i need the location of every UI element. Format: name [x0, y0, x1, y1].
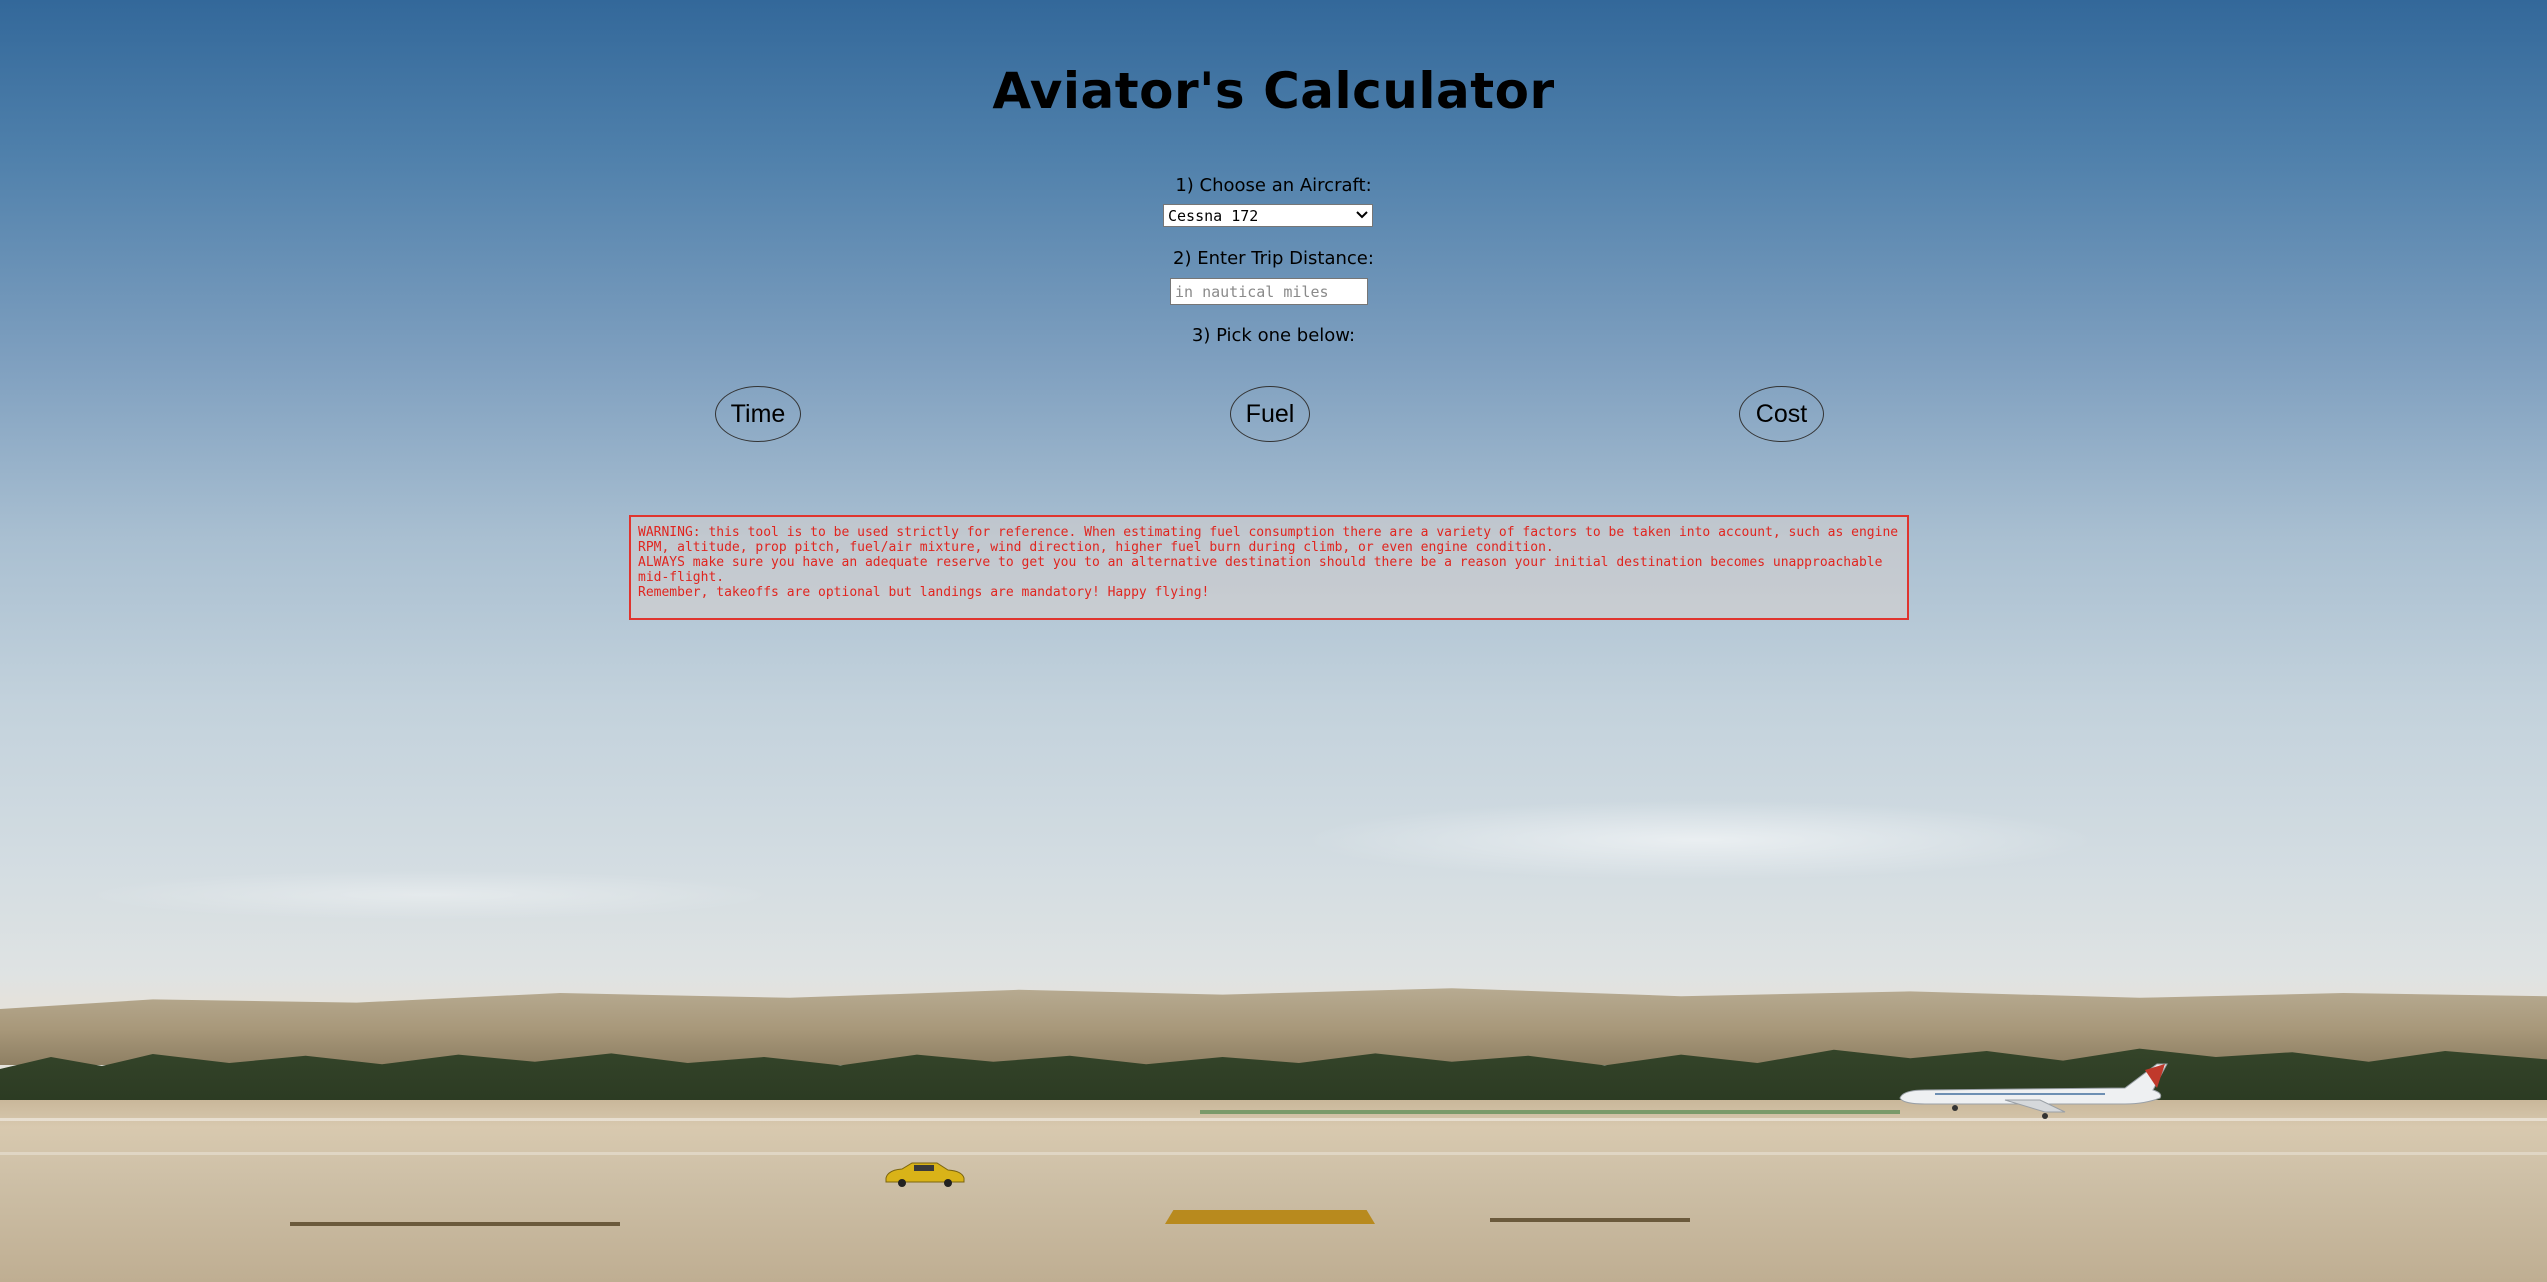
pick-label: 3) Pick one below: [1191, 325, 1356, 346]
time-button[interactable]: Time [715, 386, 801, 442]
car-icon [885, 1162, 965, 1187]
airliner-icon [1899, 1063, 2168, 1119]
warning-box: WARNING: this tool is to be used strictl… [629, 515, 1909, 620]
cloud [80, 870, 780, 920]
distance-label: 2) Enter Trip Distance: [1173, 248, 1374, 269]
runway-marking [1165, 1210, 1375, 1224]
fuel-button[interactable]: Fuel [1230, 386, 1310, 442]
chevron-down-icon [1356, 211, 1368, 219]
runway-marking [1490, 1218, 1690, 1222]
runway-line [0, 1152, 2547, 1155]
runway-ground [0, 1100, 2547, 1282]
cost-button[interactable]: Cost [1739, 386, 1824, 442]
page-title: Aviator's Calculator [992, 62, 1555, 120]
warning-text: ALWAYS make sure you have an adequate re… [638, 555, 1883, 585]
aircraft-label: 1) Choose an Aircraft: [1175, 175, 1372, 196]
grass-strip [1200, 1110, 1900, 1114]
aircraft-select-value: Cessna 172 [1168, 207, 1259, 225]
aircraft-select[interactable]: Cessna 172 [1163, 204, 1373, 227]
runway-marking [290, 1222, 620, 1226]
distance-input[interactable] [1170, 278, 1368, 305]
warning-text: Remember, takeoffs are optional but land… [638, 585, 1210, 600]
cloud [1300, 800, 2100, 880]
warning-text: WARNING: this tool is to be used strictl… [638, 525, 1899, 555]
